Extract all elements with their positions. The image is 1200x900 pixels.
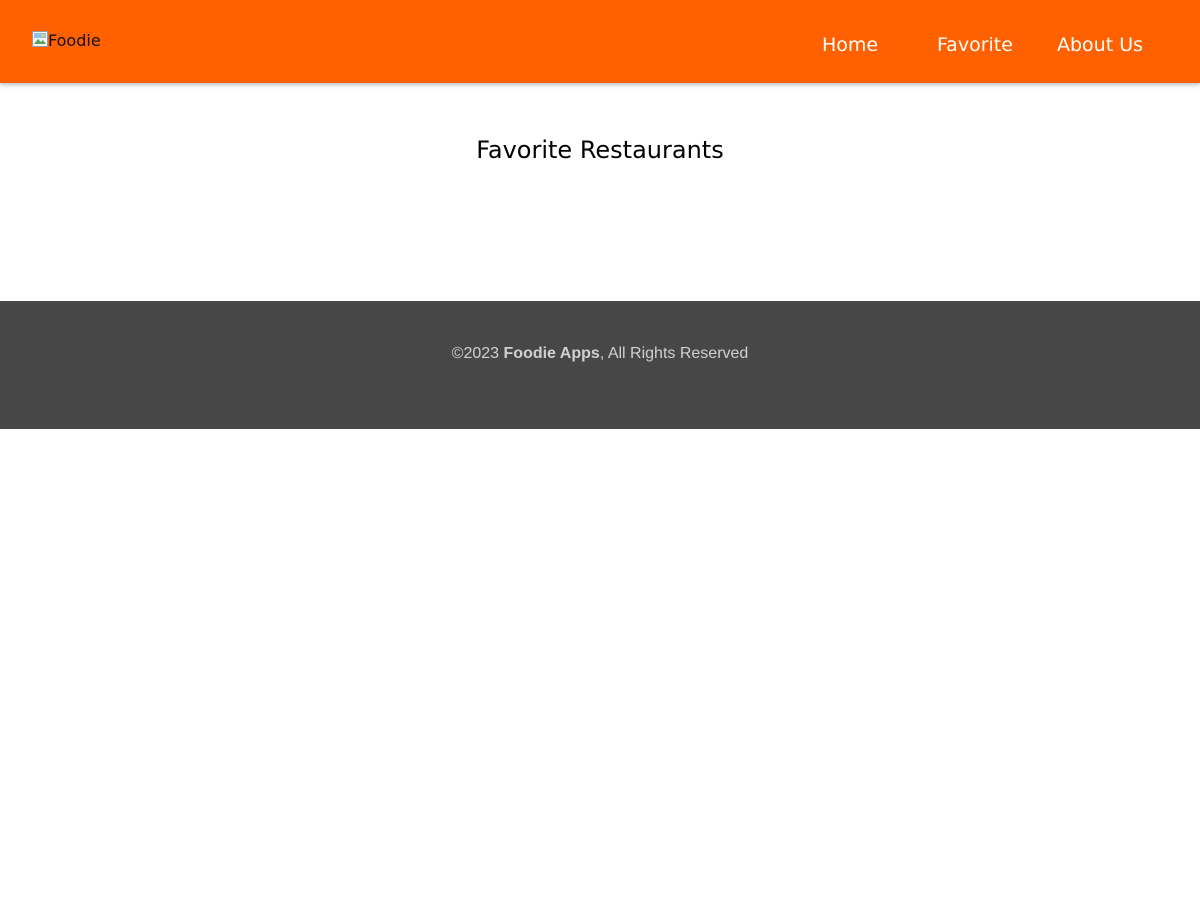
footer-brand: Foodie Apps xyxy=(503,345,600,362)
app-bar: Foodie Home Favorite About Us xyxy=(0,0,1200,83)
nav-about-us-link[interactable]: About Us xyxy=(1057,32,1143,58)
page-title: Favorite Restaurants xyxy=(476,136,724,164)
footer-rights: , All Rights Reserved xyxy=(599,345,749,362)
main-nav: Home Favorite About Us xyxy=(0,32,1200,60)
nav-home-link[interactable]: Home xyxy=(822,32,878,58)
copyright-year: ©2023 xyxy=(451,345,500,362)
nav-favorite-link[interactable]: Favorite xyxy=(937,32,1013,58)
footer-copyright: ©2023 Foodie Apps, All Rights Reserved xyxy=(0,344,1200,364)
restaurant-list xyxy=(0,190,1200,290)
footer: ©2023 Foodie Apps, All Rights Reserved xyxy=(0,301,1200,429)
